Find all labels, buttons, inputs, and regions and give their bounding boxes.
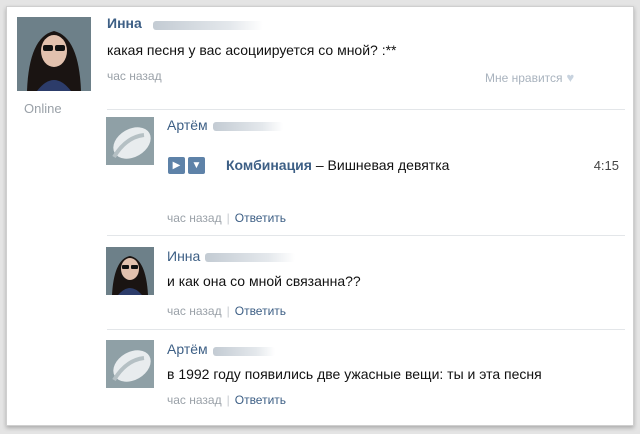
- commenter-avatar[interactable]: [106, 117, 154, 165]
- audio-artist[interactable]: Комбинация: [226, 157, 312, 173]
- reply-button[interactable]: Ответить: [235, 304, 286, 318]
- comment-time[interactable]: час назад: [167, 393, 222, 407]
- download-icon[interactable]: ▼: [188, 157, 205, 174]
- meta-separator: |: [226, 211, 230, 225]
- comment-meta: час назад | Ответить: [167, 211, 286, 225]
- post-time[interactable]: час назад: [107, 69, 162, 83]
- comment-meta: час назад | Ответить: [167, 393, 286, 407]
- like-button[interactable]: Мне нравится ♥: [485, 70, 574, 85]
- comment-author-name[interactable]: Артём: [167, 117, 208, 133]
- audio-song: Вишневая девятка: [327, 157, 450, 173]
- play-icon[interactable]: ▶: [168, 157, 185, 174]
- blurred-surname: [205, 253, 295, 262]
- comment-divider: [107, 329, 625, 330]
- like-label: Мне нравится: [485, 71, 563, 85]
- reply-button[interactable]: Ответить: [235, 393, 286, 407]
- audio-dash: –: [315, 157, 324, 173]
- comment-time[interactable]: час назад: [167, 211, 222, 225]
- online-status: Online: [24, 101, 62, 116]
- author-avatar[interactable]: [17, 17, 91, 91]
- wall-post-card: Online Инна какая песня у вас асоциирует…: [6, 6, 634, 426]
- blurred-surname: [213, 122, 283, 131]
- reply-button[interactable]: Ответить: [235, 211, 286, 225]
- comment-time[interactable]: час назад: [167, 304, 222, 318]
- comment-text: и как она со мной связанна??: [167, 273, 361, 289]
- comment-author-name[interactable]: Артём: [167, 341, 208, 357]
- comment-author-name[interactable]: Инна: [167, 248, 200, 264]
- blurred-surname: [213, 347, 275, 356]
- heart-icon: ♥: [566, 70, 575, 85]
- meta-separator: |: [226, 304, 230, 318]
- post-text: какая песня у вас асоциируется со мной? …: [107, 42, 397, 58]
- comment-divider: [107, 235, 625, 236]
- audio-duration: 4:15: [593, 158, 619, 173]
- comment-divider: [107, 109, 625, 110]
- audio-title[interactable]: Комбинация – Вишневая девятка: [226, 157, 449, 173]
- meta-separator: |: [226, 393, 230, 407]
- audio-track[interactable]: ▶ ▼ Комбинация – Вишневая девятка 4:15: [168, 155, 623, 177]
- comment-text: в 1992 году появились две ужасные вещи: …: [167, 366, 542, 382]
- commenter-avatar[interactable]: [106, 247, 154, 295]
- blurred-surname: [153, 21, 263, 30]
- commenter-avatar[interactable]: [106, 340, 154, 388]
- comment-meta: час назад | Ответить: [167, 304, 286, 318]
- post-author-name[interactable]: Инна: [107, 15, 142, 31]
